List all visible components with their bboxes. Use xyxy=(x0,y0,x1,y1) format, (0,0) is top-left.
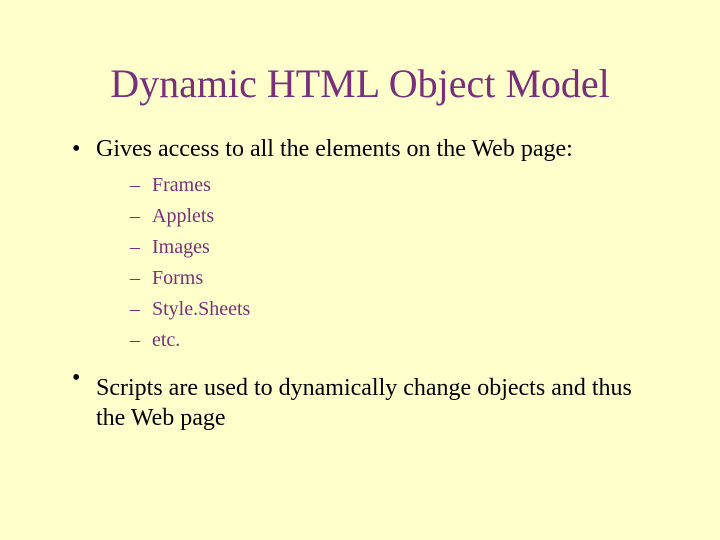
slide-title: Dynamic HTML Object Model xyxy=(0,0,720,135)
sub-bullet-item: Style.Sheets xyxy=(128,296,660,323)
bullet-text: Scripts are used to dynamically change o… xyxy=(96,375,632,430)
bullet-list-level1: Gives access to all the elements on the … xyxy=(68,135,660,433)
bullet-item: Gives access to all the elements on the … xyxy=(68,135,660,354)
bullet-list-level2: Frames Applets Images Forms Style.Sheets… xyxy=(96,172,660,354)
spacer xyxy=(96,364,660,374)
sub-bullet-text: etc. xyxy=(152,329,180,351)
sub-bullet-item: etc. xyxy=(128,327,660,354)
sub-bullet-text: Images xyxy=(152,236,210,258)
bullet-text: Gives access to all the elements on the … xyxy=(96,136,573,162)
sub-bullet-text: Applets xyxy=(152,205,214,227)
sub-bullet-item: Forms xyxy=(128,265,660,292)
slide-body: Gives access to all the elements on the … xyxy=(0,135,720,433)
bullet-item: Scripts are used to dynamically change o… xyxy=(68,364,660,433)
sub-bullet-text: Frames xyxy=(152,174,211,196)
sub-bullet-item: Frames xyxy=(128,172,660,199)
sub-bullet-item: Images xyxy=(128,234,660,261)
sub-bullet-text: Style.Sheets xyxy=(152,298,250,320)
sub-bullet-text: Forms xyxy=(152,267,203,289)
sub-bullet-item: Applets xyxy=(128,203,660,230)
slide: Dynamic HTML Object Model Gives access t… xyxy=(0,0,720,540)
